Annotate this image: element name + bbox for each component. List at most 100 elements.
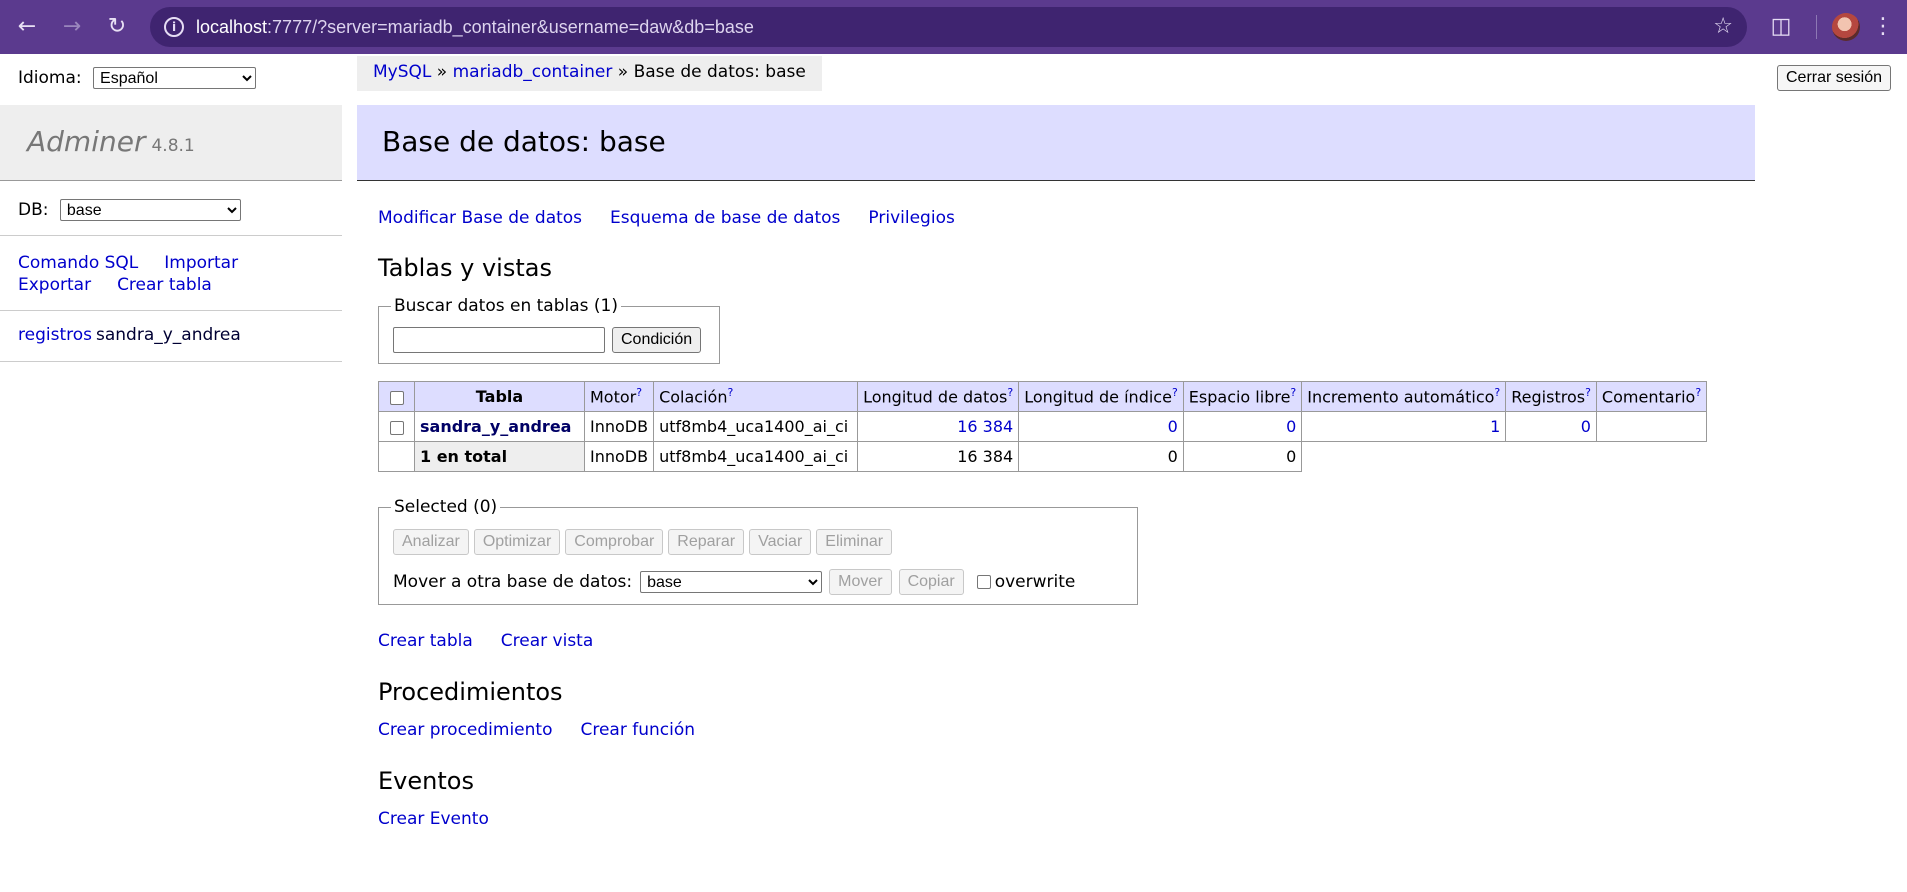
row-data-free: 0: [1182, 411, 1303, 442]
col-auto-increment[interactable]: Incremento automático?: [1301, 381, 1507, 412]
db-selector: DB: base: [18, 199, 241, 221]
search-condition-button[interactable]: Condición: [612, 327, 702, 353]
col-rows[interactable]: Registros?: [1505, 381, 1597, 412]
breadcrumb-mysql-link[interactable]: MySQL: [373, 62, 431, 82]
move-button[interactable]: Mover: [829, 569, 892, 595]
help-icon[interactable]: ?: [1290, 386, 1296, 399]
create-links: Crear tabla Crear vista: [378, 631, 621, 651]
analyze-button[interactable]: Analizar: [393, 529, 469, 555]
back-icon[interactable]: ←: [10, 10, 44, 44]
extensions-icon[interactable]: ◫: [1766, 12, 1796, 42]
optimize-button[interactable]: Optimizar: [473, 529, 561, 555]
help-icon[interactable]: ?: [727, 386, 733, 399]
create-function-link[interactable]: Crear función: [580, 720, 695, 740]
col-table: Tabla: [414, 381, 585, 412]
more-menu-icon[interactable]: ⋮: [1872, 12, 1894, 42]
drop-button[interactable]: Eliminar: [816, 529, 893, 555]
help-icon[interactable]: ?: [636, 386, 642, 399]
tables-section-title: Tablas y vistas: [378, 254, 552, 282]
col-data-free[interactable]: Espacio libre?: [1182, 381, 1303, 412]
overwrite-label[interactable]: overwrite: [995, 572, 1076, 592]
row-auto-increment: 1: [1301, 411, 1507, 442]
sidebar-table-item: registros sandra_y_andrea: [18, 325, 245, 345]
total-label: 1 en total: [414, 441, 585, 472]
language-select[interactable]: Español: [93, 67, 257, 89]
breadcrumb-server-link[interactable]: mariadb_container: [453, 62, 613, 82]
col-comment[interactable]: Comentario?: [1595, 381, 1708, 412]
col-data-length[interactable]: Longitud de datos?: [857, 381, 1020, 412]
help-icon[interactable]: ?: [1494, 386, 1500, 399]
site-info-icon[interactable]: i: [164, 17, 184, 37]
profile-avatar[interactable]: [1832, 13, 1860, 41]
row-rows: 0: [1505, 411, 1597, 442]
selected-legend[interactable]: Selected (0): [391, 497, 500, 517]
address-bar[interactable]: i localhost:7777/?server=mariadb_contain…: [150, 7, 1747, 47]
col-index-length[interactable]: Longitud de índice?: [1018, 381, 1184, 412]
sidebar-divider: [0, 361, 342, 362]
selected-fieldset: Selected (0) Analizar Optimizar Comprobar R…: [378, 497, 1138, 605]
create-event-link[interactable]: Crear Evento: [378, 809, 489, 829]
page-header: Base de datos: base: [357, 105, 1755, 181]
create-view-link[interactable]: Crear vista: [501, 631, 593, 651]
table-structure-link[interactable]: sandra_y_andrea: [96, 325, 241, 345]
sidebar-links: Comando SQL Importar Exportar Crear tabla: [18, 252, 264, 296]
forward-icon[interactable]: →: [55, 10, 89, 44]
import-link[interactable]: Importar: [164, 253, 238, 273]
index-length-link[interactable]: 0: [1168, 417, 1178, 436]
row-name-cell: sandra_y_andrea: [414, 411, 585, 442]
total-data-length: 16 384: [857, 441, 1020, 472]
reload-icon[interactable]: ↻: [100, 10, 134, 44]
table-name-link[interactable]: sandra_y_andrea: [420, 417, 571, 436]
adminer-logo[interactable]: Adminer 4.8.1: [27, 125, 195, 158]
create-procedure-link[interactable]: Crear procedimiento: [378, 720, 552, 740]
procedure-links: Crear procedimiento Crear función: [378, 720, 723, 740]
row-collation: utf8mb4_uca1400_ai_ci: [653, 411, 859, 442]
privileges-link[interactable]: Privilegios: [868, 208, 954, 228]
url-text[interactable]: localhost:7777/?server=mariadb_container…: [196, 7, 754, 47]
sidebar-create-table-link[interactable]: Crear tabla: [117, 275, 212, 295]
repair-button[interactable]: Reparar: [668, 529, 745, 555]
total-engine: InnoDB: [583, 441, 655, 472]
help-icon[interactable]: ?: [1172, 386, 1178, 399]
version-label: 4.8.1: [151, 136, 195, 156]
create-table-link[interactable]: Crear tabla: [378, 631, 473, 651]
copy-button[interactable]: Copiar: [898, 569, 964, 595]
check-button[interactable]: Comprobar: [565, 529, 664, 555]
breadcrumb: MySQL » mariadb_container » Base de dato…: [357, 56, 822, 91]
truncate-button[interactable]: Vaciar: [749, 529, 812, 555]
event-links: Crear Evento: [378, 809, 517, 829]
page-title: Base de datos: base: [382, 125, 666, 158]
logout-button[interactable]: Cerrar sesión: [1777, 65, 1892, 91]
help-icon[interactable]: ?: [1585, 386, 1591, 399]
sql-command-link[interactable]: Comando SQL: [18, 253, 138, 273]
procedures-title: Procedimientos: [378, 678, 563, 706]
alter-database-link[interactable]: Modificar Base de datos: [378, 208, 582, 228]
search-legend[interactable]: Buscar datos en tablas (1): [391, 296, 621, 316]
rows-count-link[interactable]: 0: [1581, 417, 1591, 436]
col-collation[interactable]: Colación?: [653, 381, 859, 412]
auto-increment-link[interactable]: 1: [1490, 417, 1500, 436]
breadcrumb-current: Base de datos: base: [633, 62, 806, 82]
data-length-link[interactable]: 16 384: [957, 417, 1013, 436]
row-checkbox[interactable]: [389, 420, 404, 435]
data-free-link[interactable]: 0: [1286, 417, 1296, 436]
overwrite-checkbox[interactable]: [976, 575, 991, 589]
move-db-select[interactable]: base: [640, 571, 823, 593]
database-schema-link[interactable]: Esquema de base de datos: [610, 208, 840, 228]
row-index-length: 0: [1018, 411, 1184, 442]
help-icon[interactable]: ?: [1695, 386, 1701, 399]
search-input[interactable]: [393, 327, 605, 353]
language-label: Idioma:: [18, 67, 82, 88]
db-action-links: Modificar Base de datos Esquema de base d…: [378, 208, 983, 228]
col-engine[interactable]: Motor?: [583, 381, 655, 412]
select-all-checkbox[interactable]: [389, 390, 404, 405]
sidebar-divider: [0, 310, 342, 311]
table-select-link[interactable]: registros: [18, 325, 92, 345]
browser-toolbar: ← → ↻ i localhost:7777/?server=mariadb_c…: [0, 0, 1907, 54]
export-link[interactable]: Exportar: [18, 275, 91, 295]
db-select[interactable]: base: [59, 199, 241, 221]
help-icon[interactable]: ?: [1007, 386, 1013, 399]
total-row: 1 en total InnoDB utf8mb4_uca1400_ai_ci …: [378, 441, 1707, 472]
db-label: DB:: [18, 199, 49, 220]
bookmark-star-icon[interactable]: ☆: [1713, 7, 1733, 47]
